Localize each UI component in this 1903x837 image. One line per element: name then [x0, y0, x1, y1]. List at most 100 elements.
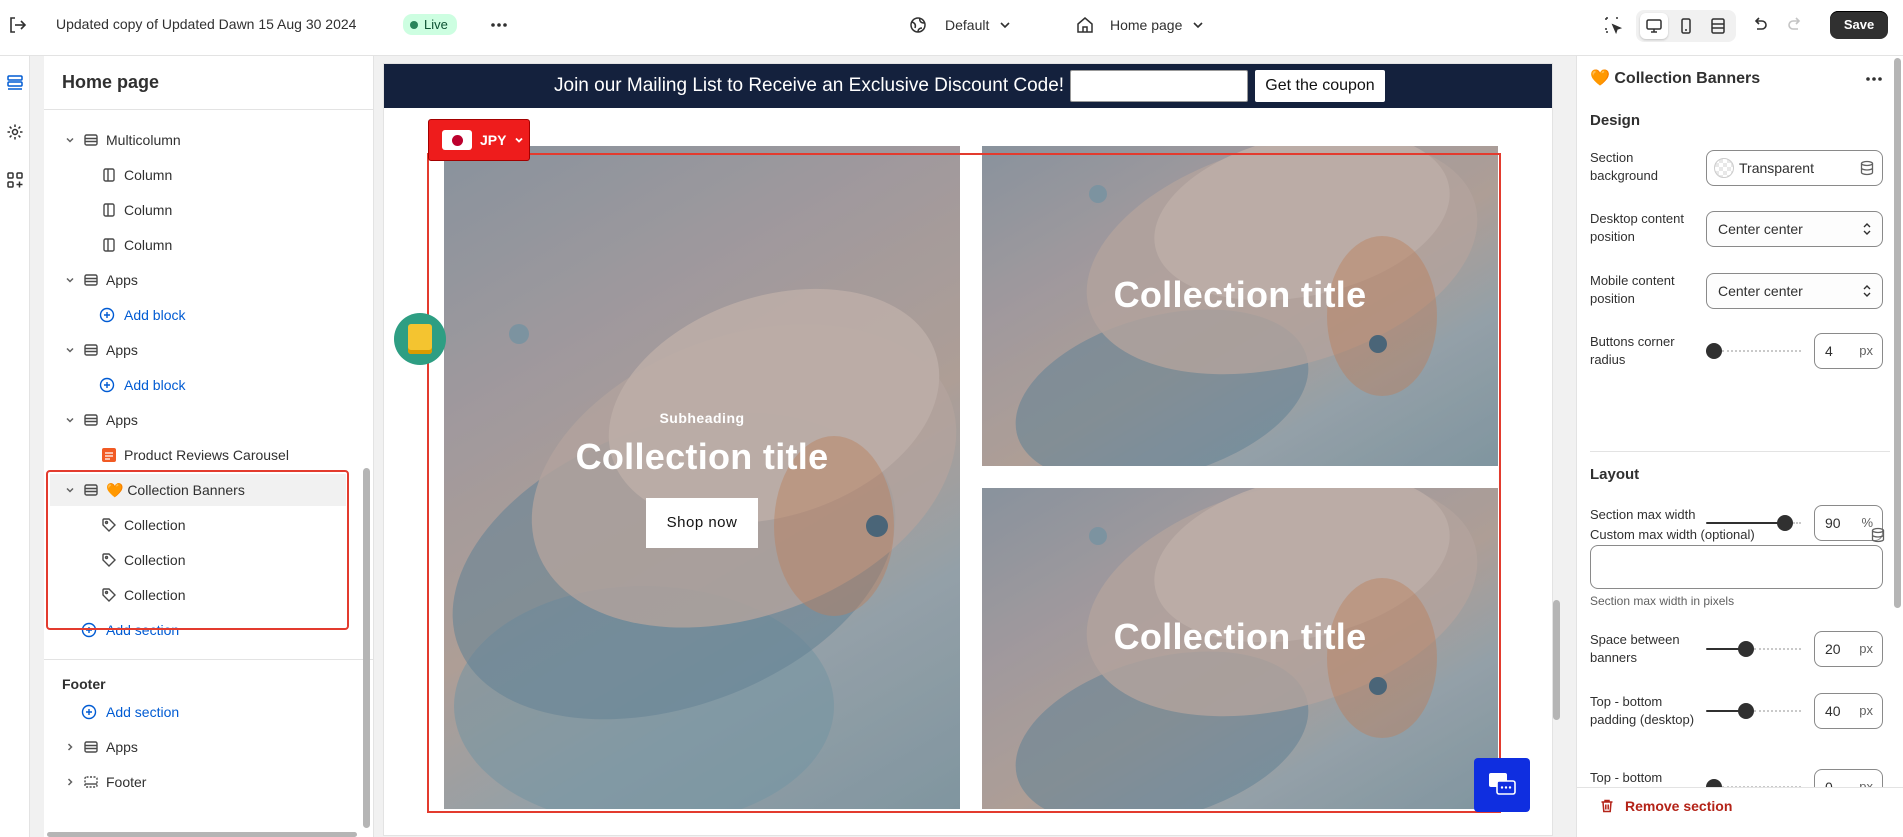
announcement-text: Join our Mailing List to Receive an Excl… [554, 75, 1065, 96]
currency-selector[interactable]: JPY [428, 119, 530, 161]
tree-block-column[interactable]: Column [44, 159, 354, 191]
padding-desktop-slider[interactable] [1706, 701, 1801, 721]
add-section-label: Add section [106, 704, 180, 720]
section-icon [82, 271, 100, 289]
tree-section-multicolumn[interactable]: Multicolumn [44, 124, 354, 156]
footer-add-section-button[interactable]: Add section [44, 696, 354, 728]
slider-knob[interactable] [1738, 703, 1754, 719]
live-status-badge: Live [403, 14, 457, 35]
space-between-input[interactable]: 20 px [1814, 631, 1883, 667]
space-between-slider[interactable] [1706, 639, 1801, 659]
top-bar: Updated copy of Updated Dawn 15 Aug 30 2… [0, 0, 1903, 56]
fullscreen-view-icon[interactable] [1704, 13, 1732, 39]
sections-icon[interactable] [3, 71, 27, 95]
desktop-view-icon[interactable] [1640, 13, 1668, 39]
store-title: Updated copy of Updated Dawn 15 Aug 30 2… [56, 16, 357, 32]
divider [44, 109, 373, 110]
redo-icon[interactable] [1783, 13, 1807, 37]
collection-banner-bottom-right[interactable]: Collection title [982, 488, 1498, 809]
undo-icon[interactable] [1748, 13, 1772, 37]
page-selector[interactable]: Home page [1076, 14, 1204, 36]
tree-block-collection[interactable]: Collection [44, 579, 354, 611]
theme-selector[interactable]: Default [909, 14, 1011, 36]
tree-block-collection[interactable]: Collection [44, 509, 354, 541]
remove-section-button[interactable]: Remove section [1599, 798, 1732, 814]
section-icon [82, 738, 100, 756]
save-button[interactable]: Save [1830, 11, 1888, 39]
add-block-button[interactable]: Add block [44, 369, 354, 401]
desktop-position-value: Center center [1718, 221, 1803, 237]
chevron-right-icon[interactable] [63, 740, 77, 754]
corner-radius-slider[interactable] [1706, 341, 1801, 361]
panel-footer: Remove section [1577, 787, 1903, 837]
apps-icon[interactable] [3, 168, 27, 192]
slider-knob[interactable] [1738, 641, 1754, 657]
padding-desktop-value: 40 [1825, 703, 1841, 719]
unit-label: px [1859, 343, 1873, 358]
tree-section-apps[interactable]: Apps [44, 404, 354, 436]
mobile-position-select[interactable]: Center center [1706, 273, 1883, 309]
tree-block-column[interactable]: Column [44, 229, 354, 261]
sections-sidebar: Home page Multicolumn Column Column Colu… [44, 56, 374, 837]
panel-scrollbar[interactable] [1894, 58, 1901, 608]
inspector-icon[interactable] [1601, 13, 1625, 37]
collection-banner-large[interactable]: Subheading Collection title Shop now [444, 146, 960, 809]
chevron-down-icon[interactable] [63, 413, 77, 427]
space-between-label: Space between banners [1590, 632, 1680, 665]
gift-bag-icon[interactable] [394, 313, 446, 365]
tree-label: 🧡 Collection Banners [106, 481, 245, 498]
collection-banner-top-right[interactable]: Collection title [982, 146, 1498, 466]
theme-select-label: Default [945, 17, 990, 33]
tag-icon [100, 516, 118, 534]
add-section-button[interactable]: Add section [44, 614, 354, 646]
slider-rest [1722, 350, 1801, 352]
tree-block-collection[interactable]: Collection [44, 544, 354, 576]
mobile-view-icon[interactable] [1672, 13, 1700, 39]
database-icon[interactable] [1871, 527, 1885, 543]
desktop-position-select[interactable]: Center center [1706, 211, 1883, 247]
footer-tree-footer[interactable]: Footer [44, 766, 354, 798]
preview-scrollbar[interactable] [1553, 600, 1560, 720]
plus-circle-icon [80, 703, 98, 721]
slider-knob[interactable] [1706, 343, 1722, 359]
divider [1590, 451, 1890, 452]
tree-section-collection-banners[interactable]: 🧡 Collection Banners [50, 474, 346, 506]
get-coupon-button[interactable]: Get the coupon [1255, 70, 1385, 102]
page-select-label: Home page [1110, 17, 1183, 33]
tag-icon [100, 551, 118, 569]
chevron-down-icon[interactable] [63, 133, 77, 147]
section-background-value: Transparent [1739, 160, 1814, 176]
chevron-down-icon[interactable] [63, 483, 77, 497]
select-arrows-icon [1863, 285, 1871, 297]
custom-width-input[interactable] [1590, 545, 1883, 589]
database-icon[interactable] [1860, 160, 1874, 176]
exit-icon[interactable] [6, 14, 28, 36]
custom-width-help: Section max width in pixels [1590, 594, 1735, 608]
footer-tree-apps[interactable]: Apps [44, 731, 354, 763]
section-background-picker[interactable]: Transparent [1706, 150, 1883, 186]
add-block-button[interactable]: Add block [44, 299, 354, 331]
chevron-down-icon[interactable] [63, 273, 77, 287]
chat-icon[interactable] [1474, 758, 1530, 812]
more-actions-icon[interactable] [1863, 68, 1887, 90]
email-field[interactable] [1070, 70, 1248, 102]
column-icon [100, 201, 118, 219]
sidebar-horizontal-scrollbar[interactable] [47, 832, 357, 837]
select-arrows-icon [1863, 223, 1871, 235]
chevron-right-icon[interactable] [63, 775, 77, 789]
shop-now-button[interactable]: Shop now [646, 498, 758, 548]
padding-desktop-input[interactable]: 40 px [1814, 693, 1883, 729]
live-badge-label: Live [424, 17, 448, 32]
tree-label: Column [124, 237, 173, 253]
live-dot-icon [410, 21, 418, 29]
tree-section-apps[interactable]: Apps [44, 264, 354, 296]
corner-radius-input[interactable]: 4 px [1814, 333, 1883, 369]
chevron-down-icon[interactable] [63, 343, 77, 357]
panel-title: 🧡 Collection Banners [1590, 70, 1761, 87]
tree-block-product-reviews[interactable]: Product Reviews Carousel [44, 439, 354, 471]
more-actions-icon[interactable] [488, 14, 510, 36]
sidebar-scrollbar[interactable] [363, 468, 370, 828]
tree-block-column[interactable]: Column [44, 194, 354, 226]
tree-section-apps[interactable]: Apps [44, 334, 354, 366]
settings-gear-icon[interactable] [3, 120, 27, 144]
